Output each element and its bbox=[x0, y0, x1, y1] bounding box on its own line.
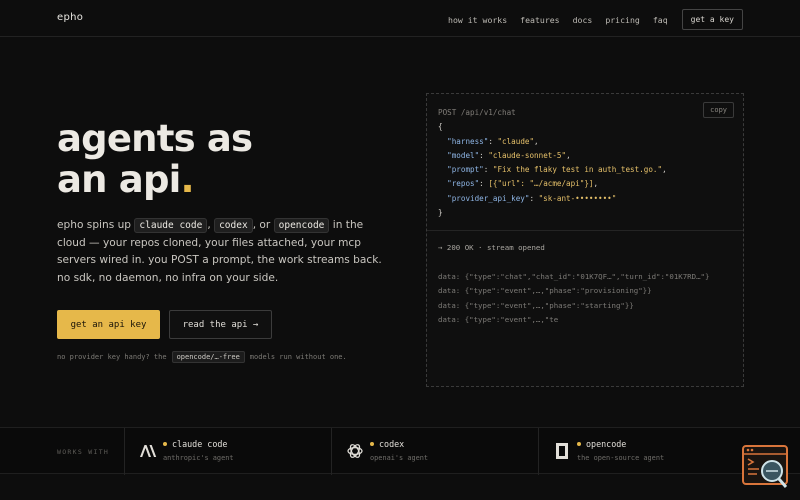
agent-claude-code[interactable]: claude code anthropic's agent bbox=[124, 428, 331, 475]
anthropic-icon bbox=[139, 442, 157, 460]
json-key: "prompt" bbox=[447, 165, 484, 175]
hero-description: epho spins up claude code, codex, or ope… bbox=[57, 217, 387, 287]
open-brace: { bbox=[438, 122, 443, 132]
pill-opencode: opencode bbox=[273, 218, 330, 233]
json-key: "harness" bbox=[447, 136, 489, 146]
json-key: "model" bbox=[447, 150, 480, 160]
agent-opencode[interactable]: opencode the open-source agent bbox=[538, 428, 738, 475]
code-panel: copy POST /api/v1/chat { "harness": "cla… bbox=[426, 93, 744, 387]
hero-title-line1: agents as bbox=[57, 117, 253, 160]
json-value: "sk-ant-••••••••" bbox=[538, 193, 617, 203]
pill-claude-code: claude code bbox=[134, 218, 208, 233]
desc-sep-2: , or bbox=[252, 219, 271, 231]
stream-output: data: {"type":"chat","chat_id":"01K7QF…"… bbox=[438, 270, 709, 327]
json-value: "claude-sonnet-5" bbox=[488, 150, 567, 160]
json-value: "claude" bbox=[497, 136, 535, 146]
nav-link-docs[interactable]: docs bbox=[573, 15, 593, 25]
response-status: → 200 OK · stream opened bbox=[438, 243, 545, 252]
opencode-icon bbox=[553, 442, 571, 460]
nav-links: how it works features docs pricing faq g… bbox=[435, 9, 743, 30]
agent-subtitle: the open-source agent bbox=[577, 454, 665, 462]
note-pill: opencode/…-free bbox=[171, 351, 245, 363]
nav-link-features[interactable]: features bbox=[520, 15, 559, 25]
status-dot bbox=[577, 441, 581, 446]
agent-name: claude code bbox=[172, 439, 228, 449]
agent-name: opencode bbox=[586, 439, 627, 449]
stream-line: data: {"type":"event",…,"phase":"startin… bbox=[438, 300, 634, 310]
copy-button[interactable]: copy bbox=[703, 102, 734, 118]
top-nav: epho how it works features docs pricing … bbox=[0, 0, 800, 37]
works-with-label: WORKS WITH bbox=[57, 448, 110, 456]
agent-subtitle: anthropic's agent bbox=[163, 454, 234, 462]
hero-title-dot: . bbox=[180, 158, 195, 201]
stream-line: data: {"type":"event",…,"te bbox=[438, 314, 559, 324]
status-dot bbox=[370, 441, 374, 446]
nav-link-faq[interactable]: faq bbox=[653, 15, 668, 25]
json-key: "provider_api_key" bbox=[447, 193, 530, 203]
note-text-after: models run without one. bbox=[249, 353, 347, 361]
desc-text-1: epho spins up bbox=[57, 219, 135, 231]
json-key: "repos" bbox=[447, 179, 480, 189]
works-with-strip: WORKS WITH claude code anthropic's agent… bbox=[0, 427, 800, 475]
search-terminal-badge-icon[interactable] bbox=[742, 444, 790, 490]
stream-line: data: {"type":"chat","chat_id":"01K7QF…"… bbox=[438, 272, 710, 281]
status-dot bbox=[163, 441, 167, 446]
hero-title: agents as an api. bbox=[57, 117, 253, 201]
note-text-before: no provider key handy? the bbox=[57, 353, 167, 361]
nav-link-pricing[interactable]: pricing bbox=[605, 15, 640, 25]
get-a-key-button[interactable]: get a key bbox=[681, 9, 743, 30]
nav-link-how-it-works[interactable]: how it works bbox=[448, 15, 507, 25]
get-api-key-button[interactable]: get an api key bbox=[57, 310, 160, 339]
request-line: POST /api/v1/chat bbox=[438, 108, 516, 117]
desc-sep-1: , bbox=[207, 219, 211, 231]
provider-key-note: no provider key handy? the opencode/…-fr… bbox=[57, 351, 347, 363]
agent-subtitle: openai's agent bbox=[370, 454, 429, 462]
panel-divider bbox=[427, 230, 743, 231]
hero-title-line2: an api bbox=[57, 158, 181, 201]
close-brace: } bbox=[438, 208, 443, 218]
stream-line: data: {"type":"event",…,"phase":"provisi… bbox=[438, 286, 652, 296]
openai-icon bbox=[346, 442, 364, 460]
agent-codex[interactable]: codex openai's agent bbox=[331, 428, 538, 475]
request-block: POST /api/v1/chat { "harness": "claude",… bbox=[438, 108, 667, 218]
agent-name: codex bbox=[379, 439, 405, 449]
read-the-api-button[interactable]: read the api → bbox=[169, 310, 272, 339]
logo[interactable]: epho bbox=[57, 12, 83, 23]
json-value: "Fix the flaky test in auth_test.go." bbox=[492, 165, 663, 175]
pill-codex: codex bbox=[214, 218, 253, 233]
json-value: [{"url": "…/acme/api"}] bbox=[488, 179, 594, 189]
